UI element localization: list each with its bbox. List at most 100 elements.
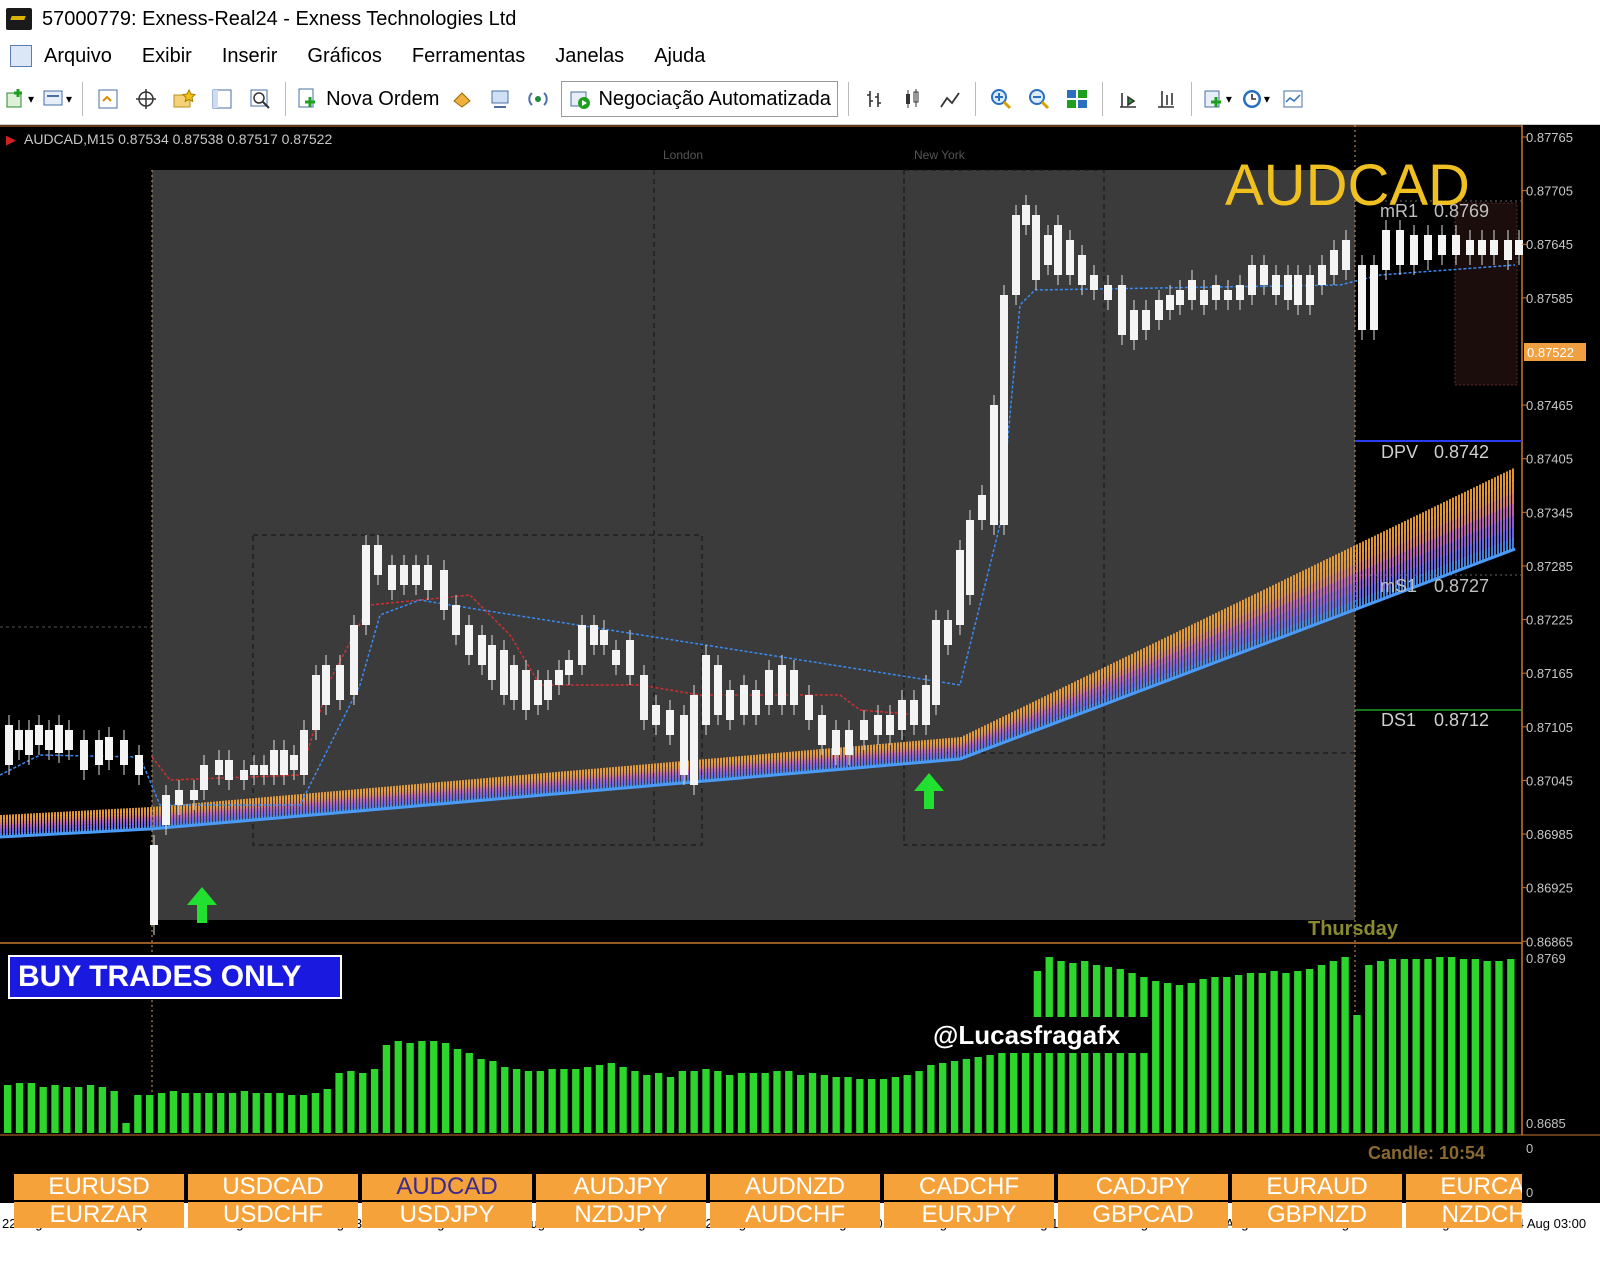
ribbon-strip <box>1386 549 1388 560</box>
ribbon-strip <box>1470 521 1472 534</box>
menu-ferramentas[interactable]: Ferramentas <box>412 45 525 68</box>
candle-body <box>978 495 986 520</box>
metaeditor-button[interactable] <box>447 82 477 116</box>
pair-button-nzdchf[interactable]: NZDCHF <box>1406 1201 1522 1228</box>
pair-button-usdchf[interactable]: USDCHF <box>188 1201 358 1228</box>
ribbon-strip <box>1290 584 1292 594</box>
histogram-bar <box>311 1093 320 1133</box>
new-order-button[interactable]: Nova Ordem <box>296 82 439 116</box>
pair-button-euraud[interactable]: EURAUD <box>1232 1174 1402 1200</box>
scroll-chart-button[interactable] <box>1113 82 1143 116</box>
pair-button-audnzd[interactable]: AUDNZD <box>710 1174 880 1200</box>
profiles-button[interactable]: ▾ <box>42 82 72 116</box>
tile-windows-button[interactable] <box>1062 82 1092 116</box>
market-watch-button[interactable] <box>93 82 123 116</box>
ribbon-strip <box>1125 668 1127 675</box>
pair-button-eurjpy[interactable]: EURJPY <box>884 1201 1054 1228</box>
ribbon-strip <box>1215 627 1217 636</box>
ribbon-strip <box>1461 504 1463 517</box>
ribbon-strip <box>1239 631 1241 640</box>
pair-button-nzdjpy[interactable]: NZDJPY <box>536 1201 706 1228</box>
pair-button-usdjpy[interactable]: USDJPY <box>362 1201 532 1228</box>
strategy-tester-button[interactable] <box>245 82 275 116</box>
bar-chart-button[interactable] <box>859 82 889 116</box>
ribbon-strip <box>1275 591 1277 601</box>
ribbon-strip <box>1239 601 1241 610</box>
candle-body <box>200 765 208 790</box>
ribbon-strip <box>1182 635 1184 644</box>
zoom-in-button[interactable] <box>986 82 1016 116</box>
menu-graficos[interactable]: Gráficos <box>307 45 381 68</box>
ribbon-strip <box>1299 597 1301 607</box>
ribbon-strip <box>1299 588 1301 599</box>
candle-body <box>544 680 552 700</box>
navigator-button[interactable] <box>169 82 199 116</box>
menu-inserir[interactable]: Inserir <box>222 45 278 68</box>
ribbon-strip <box>1341 560 1343 571</box>
crosshair-button[interactable] <box>131 82 161 116</box>
pair-button-audchf[interactable]: AUDCHF <box>710 1201 880 1228</box>
templates-button[interactable] <box>1278 82 1308 116</box>
ribbon-strip <box>1269 594 1271 604</box>
pair-button-gbpnzd[interactable]: GBPNZD <box>1232 1201 1402 1228</box>
algo-trading-button[interactable]: Negociação Automatizada <box>561 81 838 117</box>
pair-button-cadchf[interactable]: CADCHF <box>884 1174 1054 1200</box>
candle-body <box>1515 240 1523 255</box>
ribbon-strip <box>1182 655 1184 663</box>
session-label-newyork: New York <box>914 148 966 162</box>
vps-button[interactable] <box>523 82 553 116</box>
ribbon-strip <box>1290 592 1292 603</box>
mr1-label: mR1 <box>1380 201 1418 221</box>
menu-janelas[interactable]: Janelas <box>555 45 624 68</box>
new-chart-button[interactable]: ▾ <box>4 82 34 116</box>
ribbon-strip <box>1455 528 1457 541</box>
ribbon-strip <box>1227 636 1229 645</box>
chart-window-icon[interactable] <box>10 45 32 67</box>
price-chart[interactable]: ▶ AUDCAD,M15 0.87534 0.87538 0.87517 0.8… <box>0 125 1600 1266</box>
indicators-button[interactable]: ▾ <box>1202 82 1232 116</box>
pair-button-gbpcad[interactable]: GBPCAD <box>1058 1201 1228 1228</box>
candle-body <box>626 640 634 675</box>
ribbon-strip <box>1443 502 1445 514</box>
ribbon-strip <box>1131 665 1133 673</box>
pair-button-audjpy[interactable]: AUDJPY <box>536 1174 706 1200</box>
ribbon-strip <box>1128 683 1130 691</box>
pair-button-eurcad[interactable]: EURCAD <box>1406 1174 1522 1200</box>
line-chart-button[interactable] <box>935 82 965 116</box>
signals-button[interactable] <box>485 82 515 116</box>
candlestick-button[interactable] <box>897 82 927 116</box>
pair-button-cadjpy[interactable]: CADJPY <box>1058 1174 1228 1200</box>
histogram-bar <box>962 1059 971 1133</box>
ribbon-strip <box>1185 660 1187 669</box>
ribbon-strip <box>1218 647 1220 656</box>
ribbon-strip <box>1443 523 1445 535</box>
menu-ajuda[interactable]: Ajuda <box>654 45 705 68</box>
ribbon-strip <box>1428 561 1430 573</box>
terminal-button[interactable] <box>207 82 237 116</box>
timeframes-button[interactable]: ▾ <box>1240 82 1270 116</box>
histogram-bar <box>690 1071 698 1133</box>
zoom-out-button[interactable] <box>1024 82 1054 116</box>
ribbon-strip <box>1338 553 1340 564</box>
ribbon-strip <box>1260 614 1262 624</box>
ribbon-strip <box>1329 575 1331 586</box>
ribbon-strip <box>1323 586 1325 597</box>
dpv-value: 0.8742 <box>1434 442 1489 462</box>
pair-button-eurzar[interactable]: EURZAR <box>14 1201 184 1228</box>
ribbon-strip <box>1197 655 1199 664</box>
ribbon-strip <box>1278 590 1280 600</box>
candle-body <box>898 700 906 730</box>
chart-shift-button[interactable] <box>1151 82 1181 116</box>
ribbon-strip <box>1302 604 1304 614</box>
ribbon-strip <box>1374 554 1376 566</box>
histogram-bar <box>276 1093 284 1133</box>
ribbon-strip <box>1194 643 1196 652</box>
pair-button-eurusd[interactable]: EURUSD <box>14 1174 184 1200</box>
ribbon-strip <box>1488 525 1490 538</box>
pair-button-audcad[interactable]: AUDCAD <box>362 1174 532 1200</box>
pair-button-usdcad[interactable]: USDCAD <box>188 1174 358 1200</box>
menu-arquivo[interactable]: Arquivo <box>44 45 112 68</box>
ribbon-strip <box>1164 656 1166 664</box>
menu-exibir[interactable]: Exibir <box>142 45 192 68</box>
ribbon-strip <box>1161 664 1163 672</box>
